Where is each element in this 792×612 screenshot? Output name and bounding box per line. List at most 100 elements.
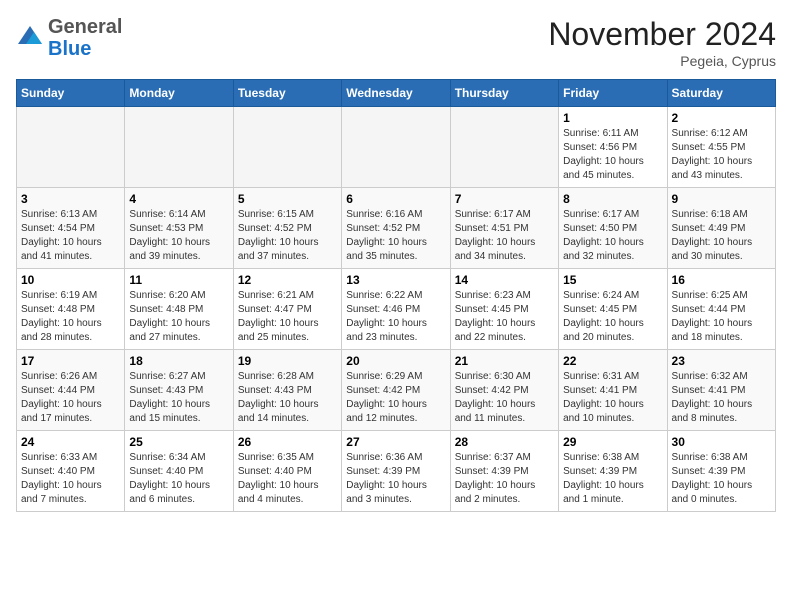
logo-general-text: General <box>48 16 122 38</box>
day-cell: 29Sunrise: 6:38 AMSunset: 4:39 PMDayligh… <box>559 431 667 512</box>
day-number: 1 <box>563 111 662 125</box>
day-info: Sunrise: 6:23 AMSunset: 4:45 PMDaylight:… <box>455 289 554 345</box>
day-number: 12 <box>238 273 337 287</box>
day-info: Sunrise: 6:32 AMSunset: 4:41 PMDaylight:… <box>672 370 771 426</box>
day-cell: 28Sunrise: 6:37 AMSunset: 4:39 PMDayligh… <box>450 431 558 512</box>
week-row-1: 1 Sunrise: 6:11 AMSunset: 4:56 PMDaylight… <box>17 107 776 188</box>
day-cell: 19 Sunrise: 6:28 AMSunset: 4:43 PMDayligh… <box>233 350 341 431</box>
day-number: 20 <box>346 354 445 368</box>
day-number: 14 <box>455 273 554 287</box>
day-info: Sunrise: 6:21 AMSunset: 4:47 PMDaylight:… <box>238 289 337 345</box>
day-cell: 14 Sunrise: 6:23 AMSunset: 4:45 PMDayligh… <box>450 269 558 350</box>
day-cell: 24 Sunrise: 6:33 AMSunset: 4:40 PMDayligh… <box>17 431 125 512</box>
day-number: 7 <box>455 192 554 206</box>
day-info: Sunrise: 6:36 AMSunset: 4:39 PMDaylight:… <box>346 451 445 507</box>
day-cell: 10 Sunrise: 6:19 AMSunset: 4:48 PMDayligh… <box>17 269 125 350</box>
day-info: Sunrise: 6:16 AMSunset: 4:52 PMDaylight:… <box>346 208 445 264</box>
day-cell <box>450 107 558 188</box>
day-cell: 11Sunrise: 6:20 AMSunset: 4:48 PMDayligh… <box>125 269 233 350</box>
day-cell: 15 Sunrise: 6:24 AMSunset: 4:45 PMDayligh… <box>559 269 667 350</box>
weekday-header-monday: Monday <box>125 80 233 107</box>
day-cell: 20Sunrise: 6:29 AMSunset: 4:42 PMDayligh… <box>342 350 450 431</box>
day-info: Sunrise: 6:30 AMSunset: 4:42 PMDaylight:… <box>455 370 554 426</box>
day-cell: 17Sunrise: 6:26 AMSunset: 4:44 PMDayligh… <box>17 350 125 431</box>
day-number: 24 <box>21 435 120 449</box>
day-info: Sunrise: 6:14 AMSunset: 4:53 PMDaylight:… <box>129 208 228 264</box>
day-info: Sunrise: 6:20 AMSunset: 4:48 PMDaylight:… <box>129 289 228 345</box>
day-info: Sunrise: 6:12 AMSunset: 4:55 PMDaylight:… <box>672 127 771 183</box>
day-number: 16 <box>672 273 771 287</box>
day-number: 18 <box>129 354 228 368</box>
logo-icon <box>16 24 44 52</box>
day-info: Sunrise: 6:24 AMSunset: 4:45 PMDaylight:… <box>563 289 662 345</box>
day-number: 28 <box>455 435 554 449</box>
day-cell <box>233 107 341 188</box>
day-number: 22 <box>563 354 662 368</box>
day-info: Sunrise: 6:33 AMSunset: 4:40 PMDaylight:… <box>21 451 120 507</box>
weekday-header-tuesday: Tuesday <box>233 80 341 107</box>
day-cell: 21 Sunrise: 6:30 AMSunset: 4:42 PMDayligh… <box>450 350 558 431</box>
day-cell <box>342 107 450 188</box>
title-block: November 2024 Pegeia, Cyprus <box>548 16 776 69</box>
day-cell <box>125 107 233 188</box>
day-cell: 7 Sunrise: 6:17 AMSunset: 4:51 PMDaylight… <box>450 188 558 269</box>
weekday-header-saturday: Saturday <box>667 80 775 107</box>
logo: General Blue <box>16 16 122 60</box>
day-number: 5 <box>238 192 337 206</box>
weekday-header-friday: Friday <box>559 80 667 107</box>
day-cell <box>17 107 125 188</box>
day-cell: 6Sunrise: 6:16 AMSunset: 4:52 PMDaylight… <box>342 188 450 269</box>
week-row-3: 10 Sunrise: 6:19 AMSunset: 4:48 PMDayligh… <box>17 269 776 350</box>
week-row-5: 24 Sunrise: 6:33 AMSunset: 4:40 PMDayligh… <box>17 431 776 512</box>
day-cell: 8Sunrise: 6:17 AMSunset: 4:50 PMDaylight… <box>559 188 667 269</box>
weekday-header-thursday: Thursday <box>450 80 558 107</box>
weekday-header-sunday: Sunday <box>17 80 125 107</box>
day-number: 17 <box>21 354 120 368</box>
day-number: 4 <box>129 192 228 206</box>
day-cell: 9 Sunrise: 6:18 AMSunset: 4:49 PMDaylight… <box>667 188 775 269</box>
day-info: Sunrise: 6:28 AMSunset: 4:43 PMDaylight:… <box>238 370 337 426</box>
day-info: Sunrise: 6:11 AMSunset: 4:56 PMDaylight:… <box>563 127 662 183</box>
day-cell: 25 Sunrise: 6:34 AMSunset: 4:40 PMDayligh… <box>125 431 233 512</box>
day-info: Sunrise: 6:13 AMSunset: 4:54 PMDaylight:… <box>21 208 120 264</box>
week-row-4: 17Sunrise: 6:26 AMSunset: 4:44 PMDayligh… <box>17 350 776 431</box>
day-info: Sunrise: 6:34 AMSunset: 4:40 PMDaylight:… <box>129 451 228 507</box>
day-info: Sunrise: 6:25 AMSunset: 4:44 PMDaylight:… <box>672 289 771 345</box>
day-number: 19 <box>238 354 337 368</box>
day-info: Sunrise: 6:19 AMSunset: 4:48 PMDaylight:… <box>21 289 120 345</box>
day-cell: 23 Sunrise: 6:32 AMSunset: 4:41 PMDayligh… <box>667 350 775 431</box>
day-number: 29 <box>563 435 662 449</box>
day-number: 25 <box>129 435 228 449</box>
day-info: Sunrise: 6:17 AMSunset: 4:51 PMDaylight:… <box>455 208 554 264</box>
day-number: 9 <box>672 192 771 206</box>
day-number: 8 <box>563 192 662 206</box>
day-cell: 3 Sunrise: 6:13 AMSunset: 4:54 PMDaylight… <box>17 188 125 269</box>
day-cell: 12 Sunrise: 6:21 AMSunset: 4:47 PMDayligh… <box>233 269 341 350</box>
page-header: General Blue November 2024 Pegeia, Cypru… <box>16 16 776 69</box>
day-cell: 30Sunrise: 6:38 AMSunset: 4:39 PMDayligh… <box>667 431 775 512</box>
weekday-header-row: SundayMondayTuesdayWednesdayThursdayFrid… <box>17 80 776 107</box>
day-number: 10 <box>21 273 120 287</box>
day-cell: 1 Sunrise: 6:11 AMSunset: 4:56 PMDaylight… <box>559 107 667 188</box>
day-cell: 16 Sunrise: 6:25 AMSunset: 4:44 PMDayligh… <box>667 269 775 350</box>
weekday-header-wednesday: Wednesday <box>342 80 450 107</box>
day-info: Sunrise: 6:18 AMSunset: 4:49 PMDaylight:… <box>672 208 771 264</box>
day-number: 3 <box>21 192 120 206</box>
day-info: Sunrise: 6:22 AMSunset: 4:46 PMDaylight:… <box>346 289 445 345</box>
day-number: 23 <box>672 354 771 368</box>
month-title: November 2024 <box>548 16 776 53</box>
day-cell: 4 Sunrise: 6:14 AMSunset: 4:53 PMDaylight… <box>125 188 233 269</box>
location-text: Pegeia, Cyprus <box>548 53 776 69</box>
day-info: Sunrise: 6:38 AMSunset: 4:39 PMDaylight:… <box>672 451 771 507</box>
day-info: Sunrise: 6:31 AMSunset: 4:41 PMDaylight:… <box>563 370 662 426</box>
day-info: Sunrise: 6:15 AMSunset: 4:52 PMDaylight:… <box>238 208 337 264</box>
day-number: 21 <box>455 354 554 368</box>
calendar-table: SundayMondayTuesdayWednesdayThursdayFrid… <box>16 79 776 512</box>
day-info: Sunrise: 6:27 AMSunset: 4:43 PMDaylight:… <box>129 370 228 426</box>
day-number: 15 <box>563 273 662 287</box>
day-info: Sunrise: 6:35 AMSunset: 4:40 PMDaylight:… <box>238 451 337 507</box>
day-cell: 22 Sunrise: 6:31 AMSunset: 4:41 PMDayligh… <box>559 350 667 431</box>
day-cell: 26Sunrise: 6:35 AMSunset: 4:40 PMDayligh… <box>233 431 341 512</box>
day-number: 13 <box>346 273 445 287</box>
day-cell: 27Sunrise: 6:36 AMSunset: 4:39 PMDayligh… <box>342 431 450 512</box>
